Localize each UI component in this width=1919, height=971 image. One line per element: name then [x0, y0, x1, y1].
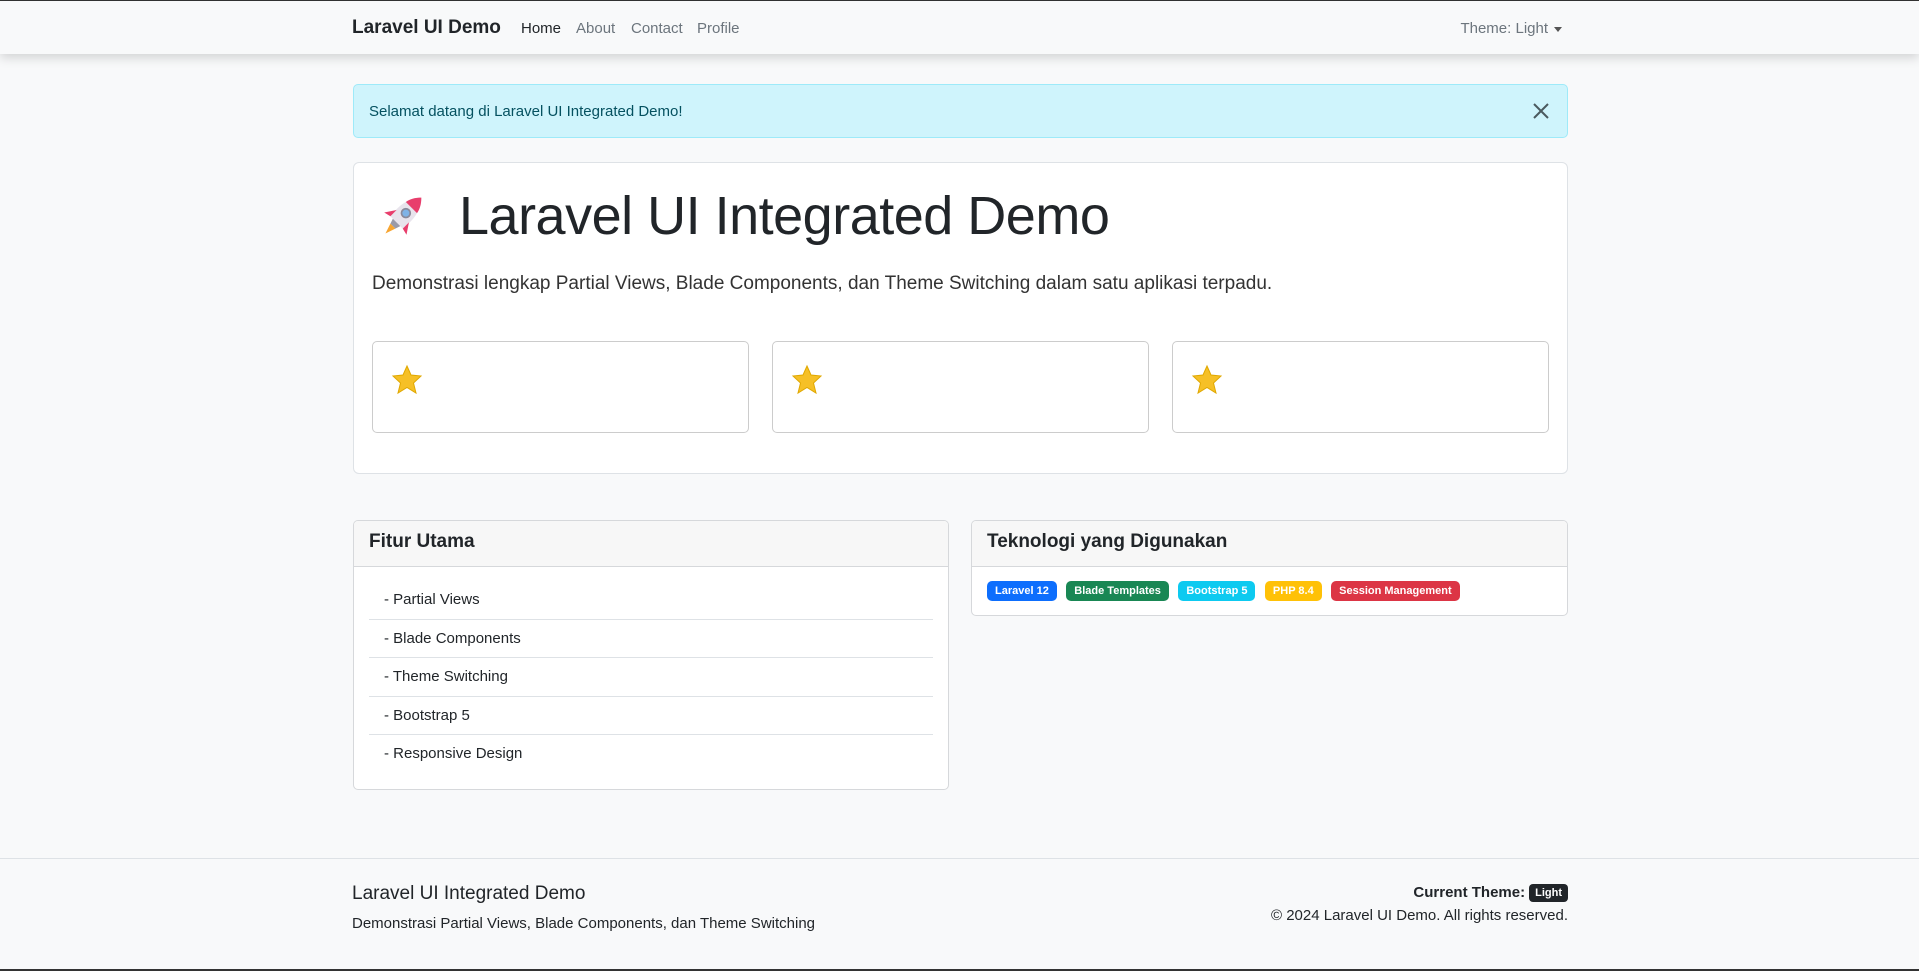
nav-link-home[interactable]: Home	[521, 20, 561, 37]
list-item: - Bootstrap 5	[369, 697, 933, 735]
welcome-alert: Selamat datang di Laravel UI Integrated …	[353, 84, 1568, 138]
features-card: Fitur Utama - Partial Views - Blade Comp…	[353, 520, 949, 790]
theme-dropdown-toggle[interactable]: Theme: Light	[1460, 20, 1562, 37]
star-icon	[791, 364, 823, 395]
badge-php: PHP 8.4	[1264, 581, 1322, 601]
navbar: Laravel UI Demo Home About Contact Profi…	[0, 1, 1919, 54]
current-theme-badge: Light	[1529, 884, 1568, 903]
nav-link-about[interactable]: About	[576, 20, 615, 37]
badge-bootstrap: Bootstrap 5	[1178, 581, 1256, 601]
hero-title: Laravel UI Integrated Demo	[459, 186, 1110, 246]
feature-card	[772, 341, 1149, 433]
list-item: - Responsive Design	[384, 745, 523, 762]
tech-badges: Laravel 12 Blade Templates Bootstrap 5 P…	[972, 567, 1567, 615]
theme-dropdown-label: Theme: Light	[1460, 20, 1548, 37]
footer-description: Demonstrasi Partial Views, Blade Compone…	[352, 915, 816, 932]
footer: Laravel UI Integrated Demo Demonstrasi P…	[0, 858, 1919, 971]
tech-card-header: Teknologi yang Digunakan	[972, 521, 1567, 567]
navbar-brand[interactable]: Laravel UI Demo	[352, 17, 501, 39]
rocket-icon	[384, 197, 422, 235]
badge-laravel: Laravel 12	[987, 581, 1057, 601]
current-theme-label: Current Theme:	[1413, 884, 1526, 901]
footer-title: Laravel UI Integrated Demo	[352, 883, 586, 904]
nav-link-profile[interactable]: Profile	[697, 20, 740, 37]
badge-session: Session Management	[1331, 581, 1460, 601]
hero-lead: Demonstrasi lengkap Partial Views, Blade…	[372, 273, 1273, 294]
feature-card	[1172, 341, 1549, 433]
footer-copyright: © 2024 Laravel UI Demo. All rights reser…	[1270, 907, 1568, 924]
features-list: - Partial Views - Blade Components - The…	[354, 567, 948, 774]
nav-link-contact[interactable]: Contact	[631, 20, 683, 37]
list-item: - Theme Switching	[369, 658, 933, 697]
hero-section: Laravel UI Integrated Demo Demonstrasi l…	[353, 162, 1568, 474]
chevron-down-icon	[1554, 26, 1562, 32]
feature-card	[372, 341, 749, 433]
alert-message: Selamat datang di Laravel UI Integrated …	[369, 103, 683, 120]
badge-blade: Blade Templates	[1066, 581, 1169, 601]
tech-card: Teknologi yang Digunakan Laravel 12 Blad…	[971, 520, 1568, 616]
current-theme: Current Theme: Light	[1413, 884, 1568, 903]
list-item: - Partial Views	[369, 581, 933, 620]
list-item: - Blade Components	[369, 620, 933, 658]
features-card-header: Fitur Utama	[354, 521, 948, 567]
star-icon	[391, 364, 423, 395]
close-icon[interactable]	[1529, 99, 1553, 123]
star-icon	[1191, 364, 1223, 395]
